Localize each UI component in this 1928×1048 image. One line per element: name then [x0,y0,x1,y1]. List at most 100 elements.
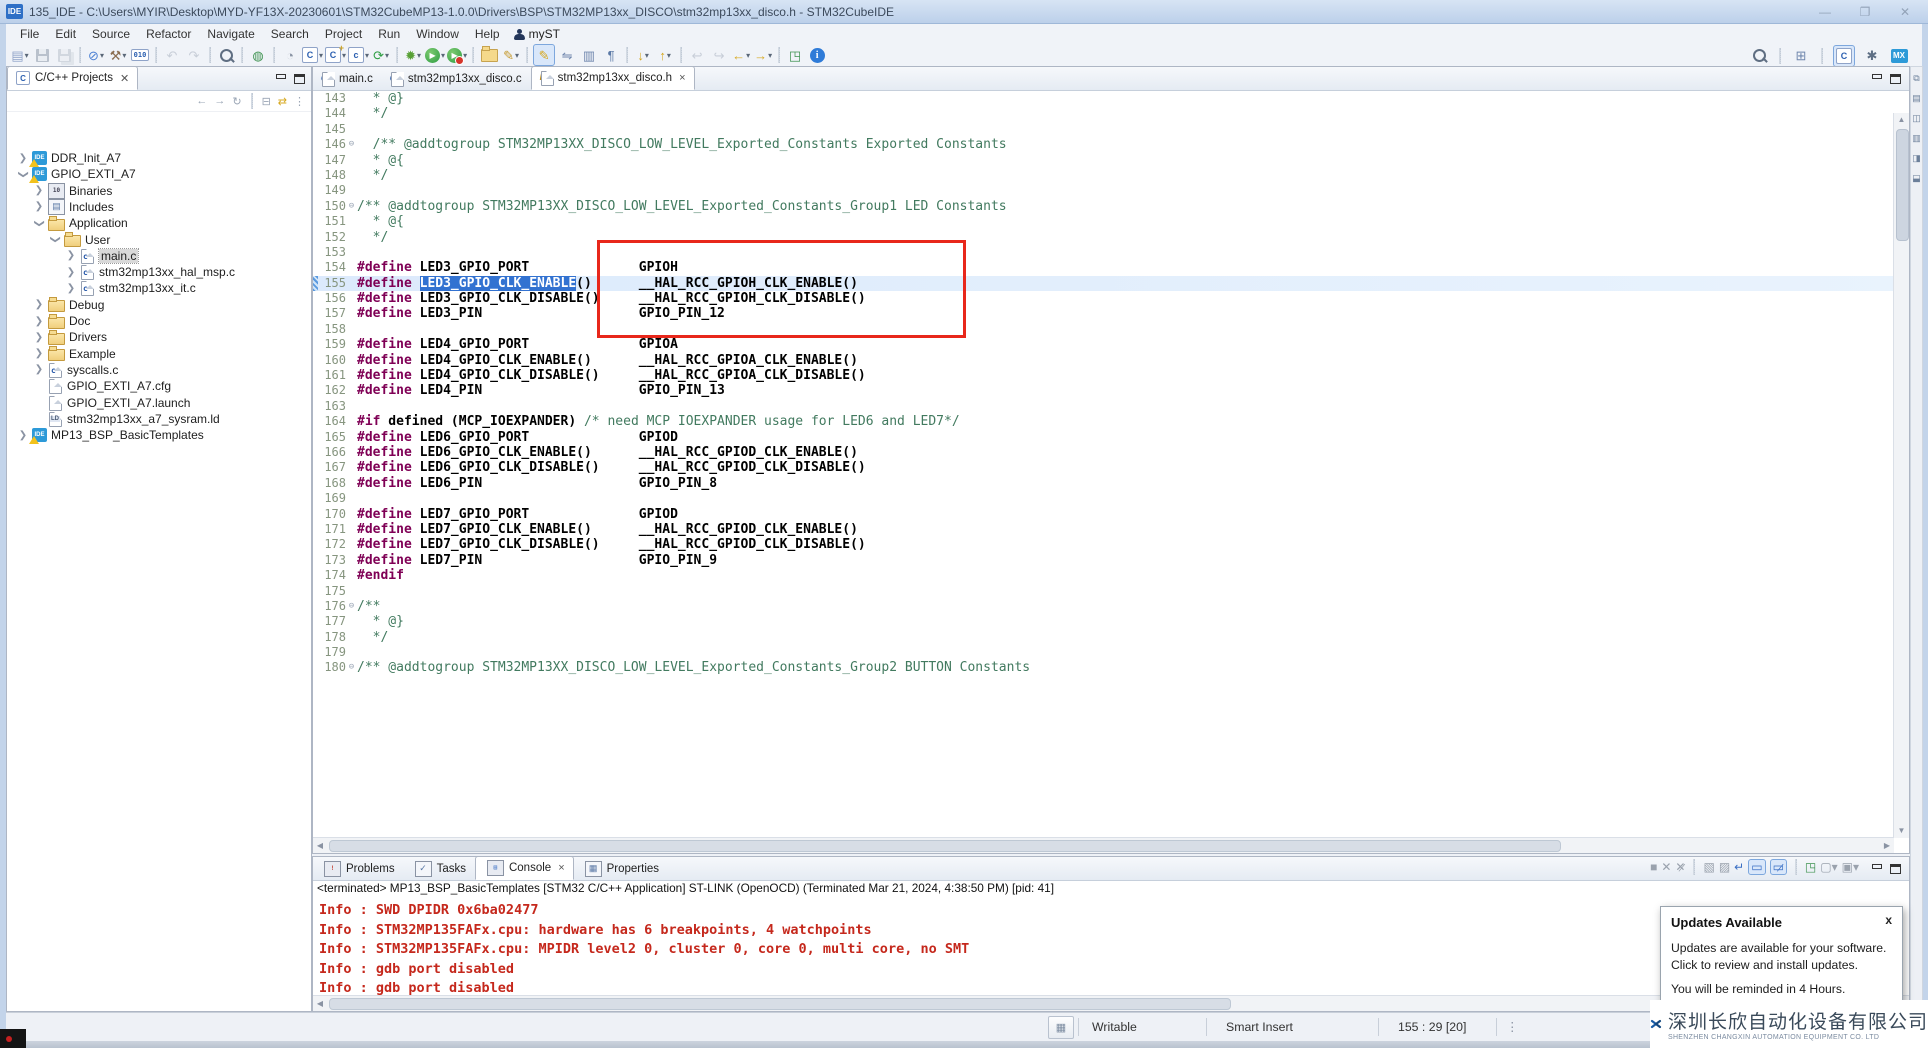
expand-icon[interactable]: ❯ [33,364,45,375]
menu-help[interactable]: Help [467,25,508,43]
code-line-178[interactable]: 178 */ [313,630,1909,645]
skip-breakpoints-icon[interactable]: ⊘▾ [86,45,106,65]
code-line-144[interactable]: 144 */ [313,106,1909,121]
new-cpp-class-icon[interactable]: C+▾ [325,45,346,65]
tree-item-includes[interactable]: ❯▤Includes [33,199,114,215]
console-tool-icon[interactable]: ✕̷ [1675,860,1685,874]
code-line-154[interactable]: 154#define LED3_GPIO_PORT GPIOH [313,260,1909,275]
code-line-167[interactable]: 167#define LED6_GPIO_CLK_DISABLE() __HAL… [313,460,1909,475]
menu-project[interactable]: Project [317,25,370,43]
minimized-view-icon[interactable]: ◨ [1912,153,1921,164]
editor-horizontal-scrollbar[interactable]: ◀ ▶ [313,837,1894,853]
menu-search[interactable]: Search [263,25,317,43]
tree-item-stm32mp13xx-a7-sysram-ld[interactable]: LDstm32mp13xx_a7_sysram.ld [33,411,220,427]
tab-c-cpp-projects[interactable]: C C/C++ Projects ✕ [7,66,138,90]
expand-icon[interactable]: ❯ [17,153,29,164]
device-configuration-icon[interactable]: ✱ [1862,46,1882,66]
code-line-161[interactable]: 161#define LED4_GPIO_CLK_DISABLE() __HAL… [313,368,1909,383]
link-with-editor-icon[interactable]: ⇋ [557,45,577,65]
expand-icon[interactable]: ❯ [33,201,45,212]
show-whitespace-icon[interactable]: ¶ [601,45,621,65]
code-line-162[interactable]: 162#define LED4_PIN GPIO_PIN_13 [313,383,1909,398]
expand-icon[interactable]: ❯ [33,316,45,327]
scroll-up-icon[interactable]: ▲ [1894,113,1909,127]
code-line-168[interactable]: 168#define LED6_PIN GPIO_PIN_8 [313,476,1909,491]
expand-icon[interactable]: ❯ [33,332,45,343]
undo-icon[interactable]: ↶ [162,45,182,65]
collapse-icon[interactable]: ❯ [34,217,45,229]
code-line-158[interactable]: 158 [313,322,1909,337]
tree-item-mp13-bsp-basictemplates[interactable]: ❯IDEMP13_BSP_BasicTemplates [17,427,204,443]
code-line-146[interactable]: 146⊖ /** @addtogroup STM32MP13XX_DISCO_L… [313,137,1909,152]
new-c-file-icon[interactable]: c▾ [348,45,369,65]
code-line-152[interactable]: 152 */ [313,230,1909,245]
feather-icon[interactable]: ✎▾ [501,45,521,65]
console-tool-icon[interactable]: ▣▾ [1842,860,1859,874]
scrollbar-thumb[interactable] [329,998,1231,1010]
code-line-150[interactable]: 150⊖/** @addtogroup STM32MP13XX_DISCO_LO… [313,199,1909,214]
close-icon[interactable]: ✕ [1892,3,1918,20]
expand-icon[interactable]: ❯ [33,348,45,359]
code-line-180[interactable]: 180⊖/** @addtogroup STM32MP13XX_DISCO_LO… [313,660,1909,675]
back-icon[interactable]: ←▾ [731,45,751,65]
code-line-149[interactable]: 149 [313,183,1909,198]
expand-icon[interactable]: ❯ [65,283,77,294]
menu-source[interactable]: Source [84,25,138,43]
info-icon[interactable]: i [807,45,827,65]
debug-icon[interactable]: ✹▾ [403,45,423,65]
code-line-147[interactable]: 147 * @{ [313,153,1909,168]
code-line-171[interactable]: 171#define LED7_GPIO_CLK_ENABLE() __HAL_… [313,522,1909,537]
minimize-icon[interactable]: — [1812,3,1838,20]
explorer-tool-icon[interactable]: ↻ [230,95,243,108]
minimized-view-icon[interactable]: ▤ [1912,93,1921,104]
code-line-165[interactable]: 165#define LED6_GPIO_PORT GPIOD [313,430,1909,445]
code-line-143[interactable]: 143 * @} [313,91,1909,106]
expand-icon[interactable]: ❯ [33,299,45,310]
expand-icon[interactable]: ❯ [17,430,29,441]
minimized-view-icon[interactable]: ◫ [1912,113,1921,124]
tree-item-application[interactable]: ❯Application [33,215,128,231]
build-icon[interactable]: ⚒▾ [108,45,128,65]
close-tab-icon[interactable]: × [558,862,564,874]
scrollbar-thumb[interactable] [329,840,1561,852]
last-edit-location-icon[interactable]: ↩ [687,45,707,65]
redo-icon[interactable]: ↷ [184,45,204,65]
code-line-170[interactable]: 170#define LED7_GPIO_PORT GPIOD [313,507,1909,522]
tree-item-debug[interactable]: ❯Debug [33,297,104,313]
editor-tab-stm32mp13xx_disco-c[interactable]: cstm32mp13xx_disco.c [382,68,531,90]
explorer-tool-icon[interactable]: ⊟ [260,95,273,108]
code-line-164[interactable]: 164#if defined (MCP_IOEXPANDER) /* need … [313,414,1909,429]
code-line-148[interactable]: 148 */ [313,168,1909,183]
code-line-169[interactable]: 169 [313,491,1909,506]
collapse-icon[interactable]: ❯ [50,234,61,246]
console-tool-icon[interactable]: ▧ [1703,860,1714,874]
menu-run[interactable]: Run [370,25,408,43]
next-edit-location-icon[interactable]: ↪ [709,45,729,65]
statusbar-overflow-icon[interactable]: ⋮ [1506,1020,1518,1034]
tree-item-stm32mp13xx-it-c[interactable]: ❯cstm32mp13xx_it.c [65,280,196,296]
update-index-icon[interactable]: ◍ [248,45,268,65]
previous-annotation-icon[interactable]: ↑▾ [655,45,675,65]
next-annotation-icon[interactable]: ↓▾ [633,45,653,65]
console-maximize-icon[interactable] [1890,864,1901,874]
editor-tab-stm32mp13xx_disco-h[interactable]: hstm32mp13xx_disco.h× [531,66,695,90]
code-line-160[interactable]: 160#define LED4_GPIO_CLK_ENABLE() __HAL_… [313,353,1909,368]
tree-item-example[interactable]: ❯Example [33,346,116,362]
minimized-view-icon[interactable]: ▥ [1912,133,1921,144]
restore-view-icon[interactable]: ⧉ [1913,73,1919,84]
editor-presentation-icon[interactable]: ▦ [1048,1016,1074,1039]
code-line-151[interactable]: 151 * @{ [313,214,1909,229]
show-margin-icon[interactable]: ▥ [579,45,599,65]
code-line-175[interactable]: 175 [313,584,1909,599]
tree-item-drivers[interactable]: ❯Drivers [33,329,107,345]
scroll-right-icon[interactable]: ▶ [1880,838,1894,853]
code-line-176[interactable]: 176⊖/** [313,599,1909,614]
tree-item-user[interactable]: ❯User [49,232,110,248]
code-line-155[interactable]: 155#define LED3_GPIO_CLK_ENABLE() __HAL_… [313,276,1909,291]
open-perspective-icon[interactable]: ⊞ [1791,46,1811,66]
menu-window[interactable]: Window [408,25,467,43]
code-line-156[interactable]: 156#define LED3_GPIO_CLK_DISABLE() __HAL… [313,291,1909,306]
refresh-icon[interactable]: ⟳▾ [371,45,391,65]
code-line-172[interactable]: 172#define LED7_GPIO_CLK_DISABLE() __HAL… [313,537,1909,552]
new-c-project-icon[interactable]: C▾ [302,45,323,65]
